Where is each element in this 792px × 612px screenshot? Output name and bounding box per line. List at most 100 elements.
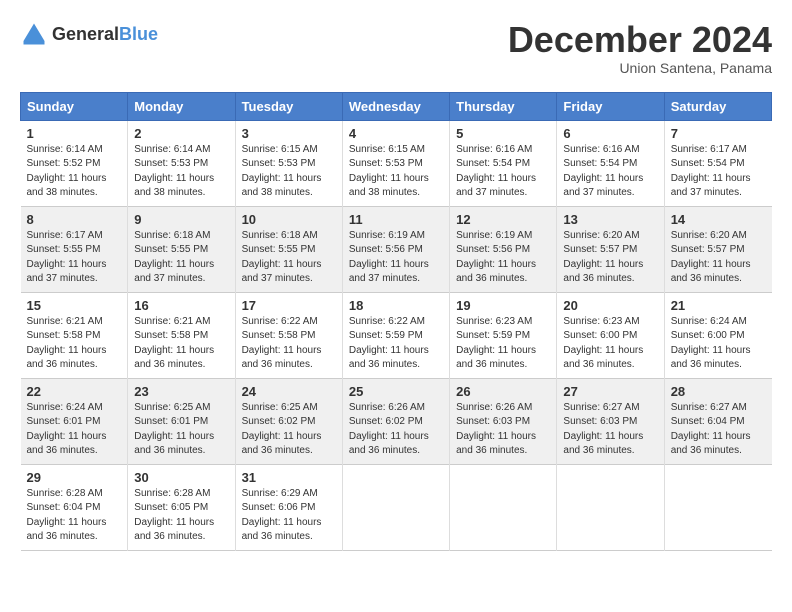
day-number: 16 — [134, 298, 228, 313]
day-number: 9 — [134, 212, 228, 227]
header-wednesday: Wednesday — [342, 92, 449, 120]
calendar-week-row: 29 Sunrise: 6:28 AMSunset: 6:04 PMDayligh… — [21, 464, 772, 550]
calendar-cell: 5 Sunrise: 6:16 AMSunset: 5:54 PMDaylight… — [450, 120, 557, 206]
day-number: 28 — [671, 384, 766, 399]
calendar-cell — [342, 464, 449, 550]
calendar-cell: 31Sunrise: 6:29 AMSunset: 6:06 PMDayligh… — [235, 464, 342, 550]
page-header: GeneralBlue December 2024 Union Santena,… — [20, 20, 772, 76]
header-friday: Friday — [557, 92, 664, 120]
day-number: 21 — [671, 298, 766, 313]
logo-icon — [20, 20, 48, 48]
day-number: 12 — [456, 212, 550, 227]
day-info: Sunrise: 6:25 AMSunset: 6:01 PMDaylight:… — [134, 401, 228, 459]
day-number: 3 — [242, 126, 336, 141]
day-number: 22 — [27, 384, 122, 399]
day-number: 27 — [563, 384, 657, 399]
title-block: December 2024 Union Santena, Panama — [508, 20, 772, 76]
day-info: Sunrise: 6:14 AMSunset: 5:53 PMDaylight:… — [134, 143, 228, 201]
day-info: Sunrise: 6:21 AMSunset: 5:58 PMDaylight:… — [134, 315, 228, 373]
calendar-cell: 14 Sunrise: 6:20 AMSunset: 5:57 PMDayligh… — [664, 206, 771, 292]
header-tuesday: Tuesday — [235, 92, 342, 120]
calendar-cell: 18Sunrise: 6:22 AMSunset: 5:59 PMDayligh… — [342, 292, 449, 378]
day-info: Sunrise: 6:29 AMSunset: 6:06 PMDaylight:… — [242, 487, 336, 545]
day-number: 29 — [27, 470, 122, 485]
day-info: Sunrise: 6:19 AMSunset: 5:56 PMDaylight:… — [456, 229, 550, 287]
day-number: 30 — [134, 470, 228, 485]
header-thursday: Thursday — [450, 92, 557, 120]
calendar-cell: 12 Sunrise: 6:19 AMSunset: 5:56 PMDayligh… — [450, 206, 557, 292]
calendar-cell: 11Sunrise: 6:19 AMSunset: 5:56 PMDayligh… — [342, 206, 449, 292]
calendar-week-row: 8 Sunrise: 6:17 AMSunset: 5:55 PMDaylight… — [21, 206, 772, 292]
day-info: Sunrise: 6:23 AMSunset: 6:00 PMDaylight:… — [563, 315, 657, 373]
day-info: Sunrise: 6:16 AMSunset: 5:54 PMDaylight:… — [563, 143, 657, 201]
day-info: Sunrise: 6:14 AMSunset: 5:52 PMDaylight:… — [27, 143, 122, 201]
calendar-cell: 3Sunrise: 6:15 AMSunset: 5:53 PMDaylight… — [235, 120, 342, 206]
day-info: Sunrise: 6:24 AMSunset: 6:00 PMDaylight:… — [671, 315, 766, 373]
day-number: 4 — [349, 126, 443, 141]
day-number: 19 — [456, 298, 550, 313]
location-subtitle: Union Santena, Panama — [508, 60, 772, 76]
calendar-cell — [557, 464, 664, 550]
calendar-cell: 28 Sunrise: 6:27 AMSunset: 6:04 PMDayligh… — [664, 378, 771, 464]
calendar-cell: 21 Sunrise: 6:24 AMSunset: 6:00 PMDayligh… — [664, 292, 771, 378]
day-info: Sunrise: 6:26 AMSunset: 6:03 PMDaylight:… — [456, 401, 550, 459]
calendar-cell: 2 Sunrise: 6:14 AMSunset: 5:53 PMDaylight… — [128, 120, 235, 206]
month-title: December 2024 — [508, 20, 772, 60]
calendar-table: Sunday Monday Tuesday Wednesday Thursday… — [20, 92, 772, 551]
calendar-cell: 9 Sunrise: 6:18 AMSunset: 5:55 PMDaylight… — [128, 206, 235, 292]
day-number: 24 — [242, 384, 336, 399]
calendar-cell: 16 Sunrise: 6:21 AMSunset: 5:58 PMDayligh… — [128, 292, 235, 378]
calendar-cell: 24Sunrise: 6:25 AMSunset: 6:02 PMDayligh… — [235, 378, 342, 464]
day-info: Sunrise: 6:28 AMSunset: 6:05 PMDaylight:… — [134, 487, 228, 545]
day-number: 8 — [27, 212, 122, 227]
calendar-cell: 17 Sunrise: 6:22 AMSunset: 5:58 PMDayligh… — [235, 292, 342, 378]
day-info: Sunrise: 6:20 AMSunset: 5:57 PMDaylight:… — [671, 229, 766, 287]
day-number: 20 — [563, 298, 657, 313]
day-info: Sunrise: 6:16 AMSunset: 5:54 PMDaylight:… — [456, 143, 550, 201]
calendar-cell — [450, 464, 557, 550]
logo: GeneralBlue — [20, 20, 158, 48]
day-number: 26 — [456, 384, 550, 399]
day-number: 15 — [27, 298, 122, 313]
calendar-cell: 29 Sunrise: 6:28 AMSunset: 6:04 PMDayligh… — [21, 464, 128, 550]
day-number: 10 — [242, 212, 336, 227]
day-info: Sunrise: 6:28 AMSunset: 6:04 PMDaylight:… — [27, 487, 122, 545]
calendar-cell: 22Sunrise: 6:24 AMSunset: 6:01 PMDayligh… — [21, 378, 128, 464]
day-info: Sunrise: 6:22 AMSunset: 5:58 PMDaylight:… — [242, 315, 336, 373]
calendar-cell: 30 Sunrise: 6:28 AMSunset: 6:05 PMDayligh… — [128, 464, 235, 550]
calendar-cell: 23Sunrise: 6:25 AMSunset: 6:01 PMDayligh… — [128, 378, 235, 464]
calendar-cell: 1 Sunrise: 6:14 AMSunset: 5:52 PMDaylight… — [21, 120, 128, 206]
day-info: Sunrise: 6:26 AMSunset: 6:02 PMDaylight:… — [349, 401, 443, 459]
calendar-week-row: 1 Sunrise: 6:14 AMSunset: 5:52 PMDaylight… — [21, 120, 772, 206]
day-number: 1 — [27, 126, 122, 141]
calendar-cell: 10Sunrise: 6:18 AMSunset: 5:55 PMDayligh… — [235, 206, 342, 292]
calendar-cell: 8 Sunrise: 6:17 AMSunset: 5:55 PMDaylight… — [21, 206, 128, 292]
day-info: Sunrise: 6:20 AMSunset: 5:57 PMDaylight:… — [563, 229, 657, 287]
calendar-cell: 6 Sunrise: 6:16 AMSunset: 5:54 PMDaylight… — [557, 120, 664, 206]
day-number: 14 — [671, 212, 766, 227]
day-number: 6 — [563, 126, 657, 141]
day-number: 7 — [671, 126, 766, 141]
day-number: 25 — [349, 384, 443, 399]
calendar-cell: 4Sunrise: 6:15 AMSunset: 5:53 PMDaylight… — [342, 120, 449, 206]
calendar-week-row: 22Sunrise: 6:24 AMSunset: 6:01 PMDayligh… — [21, 378, 772, 464]
day-number: 17 — [242, 298, 336, 313]
day-info: Sunrise: 6:23 AMSunset: 5:59 PMDaylight:… — [456, 315, 550, 373]
calendar-week-row: 15 Sunrise: 6:21 AMSunset: 5:58 PMDayligh… — [21, 292, 772, 378]
calendar-cell: 15Sunrise: 6:21 AMSunset: 5:58 PMDayligh… — [21, 292, 128, 378]
calendar-cell: 13Sunrise: 6:20 AMSunset: 5:57 PMDayligh… — [557, 206, 664, 292]
day-info: Sunrise: 6:18 AMSunset: 5:55 PMDaylight:… — [134, 229, 228, 287]
days-of-week-row: Sunday Monday Tuesday Wednesday Thursday… — [21, 92, 772, 120]
day-info: Sunrise: 6:22 AMSunset: 5:59 PMDaylight:… — [349, 315, 443, 373]
calendar-cell: 27Sunrise: 6:27 AMSunset: 6:03 PMDayligh… — [557, 378, 664, 464]
day-info: Sunrise: 6:27 AMSunset: 6:04 PMDaylight:… — [671, 401, 766, 459]
day-number: 2 — [134, 126, 228, 141]
day-info: Sunrise: 6:19 AMSunset: 5:56 PMDaylight:… — [349, 229, 443, 287]
header-sunday: Sunday — [21, 92, 128, 120]
day-number: 5 — [456, 126, 550, 141]
day-info: Sunrise: 6:17 AMSunset: 5:55 PMDaylight:… — [27, 229, 122, 287]
calendar-cell: 19 Sunrise: 6:23 AMSunset: 5:59 PMDayligh… — [450, 292, 557, 378]
day-info: Sunrise: 6:17 AMSunset: 5:54 PMDaylight:… — [671, 143, 766, 201]
calendar-cell: 20 Sunrise: 6:23 AMSunset: 6:00 PMDayligh… — [557, 292, 664, 378]
logo-text-general: General — [52, 24, 119, 44]
